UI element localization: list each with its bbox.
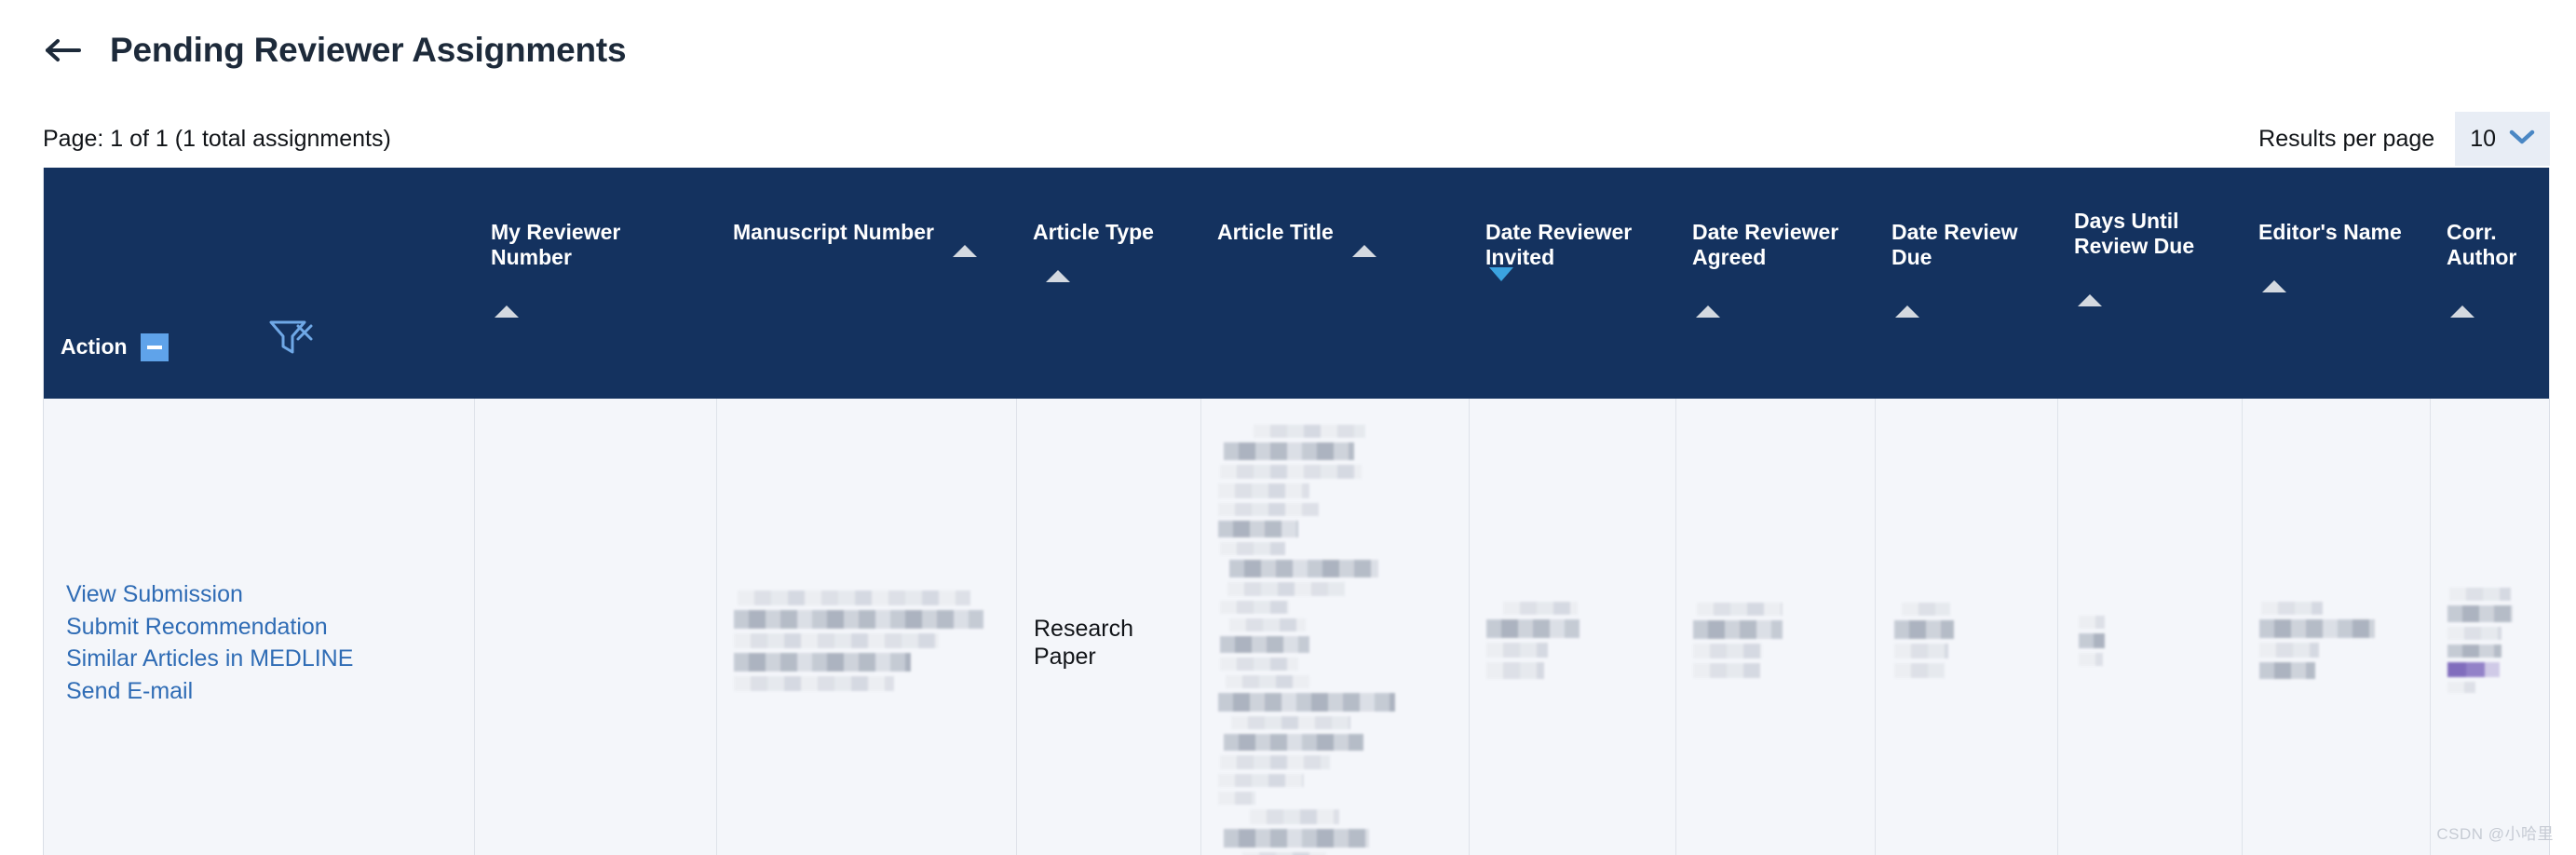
- cell-article-title: [1200, 399, 1469, 855]
- column-header-corr-author[interactable]: Corr. Author: [2430, 168, 2551, 399]
- column-header-date-reviewer-invited[interactable]: Date Reviewer Invited: [1469, 168, 1675, 399]
- cell-action: View Submission Submit Recommendation Si…: [44, 399, 474, 855]
- table-row: View Submission Submit Recommendation Si…: [44, 399, 2549, 855]
- results-meta-row: Page: 1 of 1 (1 total assignments) Resul…: [43, 112, 2550, 166]
- column-header-my-reviewer-number-label: My Reviewer Number: [491, 220, 621, 270]
- column-header-editors-name[interactable]: Editor's Name: [2242, 168, 2430, 399]
- assignments-table: Action My Reviewer Number Manuscript Num…: [43, 168, 2550, 855]
- send-email-link[interactable]: Send E-mail: [66, 675, 353, 708]
- results-per-page-select[interactable]: 10: [2455, 112, 2550, 166]
- column-header-date-review-due-label: Date Review Due: [1891, 220, 2018, 270]
- column-header-date-reviewer-agreed-label: Date Reviewer Agreed: [1692, 220, 1839, 270]
- column-header-date-reviewer-agreed[interactable]: Date Reviewer Agreed: [1675, 168, 1875, 399]
- column-header-manuscript-number[interactable]: Manuscript Number: [716, 168, 1016, 399]
- column-header-article-title[interactable]: Article Title: [1200, 168, 1469, 399]
- page-count-text: Page: 1 of 1 (1 total assignments): [43, 125, 391, 152]
- results-per-page-control: Results per page 10: [2258, 112, 2550, 166]
- column-header-days-until-review-due[interactable]: Days Until Review Due: [2057, 168, 2242, 399]
- column-header-action[interactable]: Action: [44, 168, 474, 399]
- cell-article-type: Research Paper: [1016, 399, 1200, 855]
- sort-ascending-icon[interactable]: [2450, 281, 2542, 319]
- chevron-down-icon: [2509, 129, 2535, 150]
- redacted-content: [2447, 588, 2513, 698]
- results-per-page-value: 10: [2470, 125, 2496, 152]
- redacted-content: [1693, 603, 1783, 683]
- sort-ascending-icon[interactable]: [1352, 221, 1377, 258]
- redacted-content: [1892, 603, 1954, 683]
- column-header-article-type[interactable]: Article Type: [1016, 168, 1200, 399]
- cell-my-reviewer-number: [474, 399, 716, 855]
- watermark: CSDN @小哈里: [2436, 825, 2554, 843]
- table-header-row: Action My Reviewer Number Manuscript Num…: [44, 168, 2549, 399]
- sort-descending-active-icon[interactable]: [1489, 267, 1666, 306]
- redacted-content: [734, 590, 983, 696]
- similar-articles-medline-link[interactable]: Similar Articles in MEDLINE: [66, 643, 353, 675]
- column-header-manuscript-number-label: Manuscript Number: [733, 220, 934, 244]
- filter-clear-icon[interactable]: [267, 317, 316, 363]
- column-header-editors-name-label: Editor's Name: [2258, 220, 2402, 244]
- sort-ascending-icon[interactable]: [2078, 270, 2232, 307]
- column-header-corr-author-label: Corr. Author: [2447, 220, 2517, 270]
- pending-reviewer-assignments-page: Pending Reviewer Assignments Page: 1 of …: [0, 0, 2576, 855]
- column-header-date-review-due[interactable]: Date Review Due: [1875, 168, 2057, 399]
- redacted-content: [1218, 425, 1395, 855]
- minus-collapse-icon[interactable]: [140, 333, 169, 361]
- redacted-content: [2075, 615, 2105, 671]
- cell-corr-author: [2430, 399, 2551, 855]
- column-header-my-reviewer-number[interactable]: My Reviewer Number: [474, 168, 716, 399]
- view-submission-link[interactable]: View Submission: [66, 578, 353, 611]
- sort-ascending-icon[interactable]: [1895, 281, 2048, 319]
- submit-recommendation-link[interactable]: Submit Recommendation: [66, 611, 353, 644]
- cell-date-reviewer-agreed: [1675, 399, 1875, 855]
- cell-date-review-due: [1875, 399, 2057, 855]
- cell-manuscript-number: [716, 399, 1016, 855]
- column-header-date-reviewer-invited-label: Date Reviewer Invited: [1485, 220, 1633, 270]
- column-header-article-type-label: Article Type: [1033, 220, 1154, 244]
- sort-ascending-icon[interactable]: [2262, 256, 2420, 293]
- column-header-article-title-label: Article Title: [1217, 220, 1334, 244]
- cell-editors-name: [2242, 399, 2430, 855]
- sort-ascending-icon[interactable]: [495, 281, 707, 319]
- sort-ascending-icon[interactable]: [1696, 281, 1865, 319]
- action-link-list: View Submission Submit Recommendation Si…: [61, 578, 353, 707]
- article-type-value: Research Paper: [1034, 615, 1133, 671]
- results-per-page-label: Results per page: [2258, 125, 2435, 152]
- cell-date-reviewer-invited: [1469, 399, 1675, 855]
- sort-ascending-icon[interactable]: [1046, 246, 1070, 283]
- page-title: Pending Reviewer Assignments: [110, 31, 627, 69]
- page-header: Pending Reviewer Assignments: [43, 30, 627, 71]
- redacted-content: [1486, 602, 1579, 684]
- sort-ascending-icon[interactable]: [953, 221, 978, 258]
- back-arrow-icon[interactable]: [43, 30, 84, 71]
- cell-days-until-review-due: [2057, 399, 2242, 855]
- column-header-action-label: Action: [61, 334, 128, 360]
- redacted-content: [2259, 602, 2375, 684]
- column-header-days-until-review-due-label: Days Until Review Due: [2074, 209, 2195, 259]
